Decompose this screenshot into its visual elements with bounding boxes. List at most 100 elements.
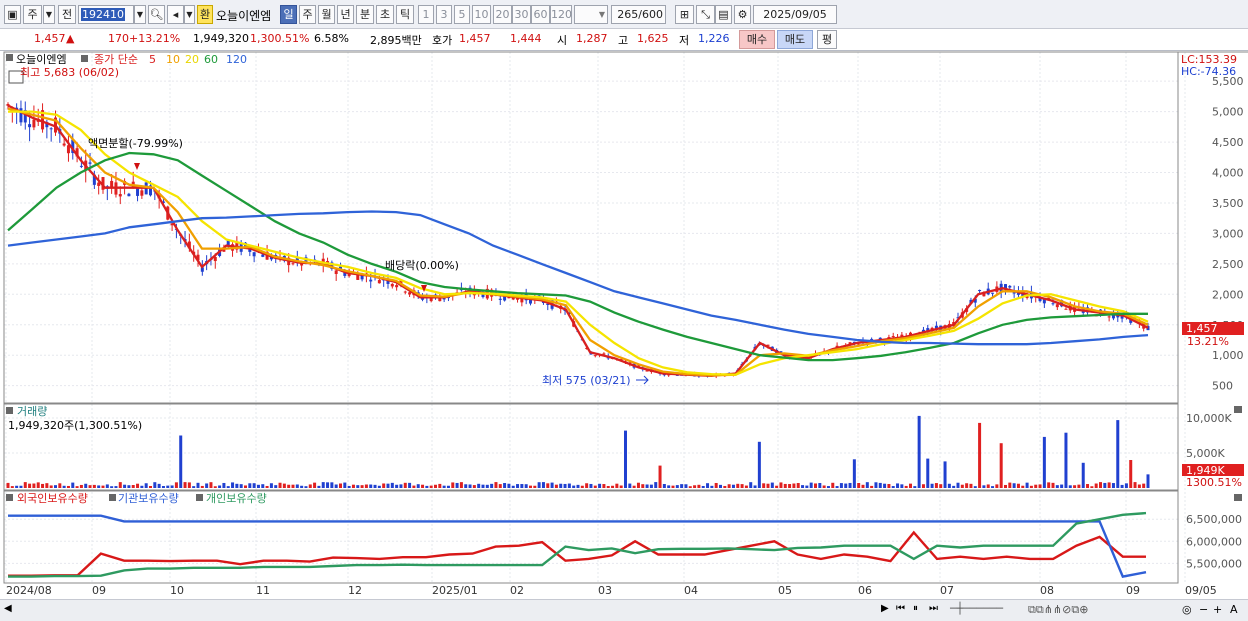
volume-bar	[1047, 482, 1051, 488]
interval-20[interactable]: 20	[493, 5, 512, 24]
panel-close-icon	[1234, 494, 1242, 501]
volume-bar	[300, 485, 304, 488]
first-icon[interactable]: ⏮	[896, 603, 905, 614]
volume-bar	[343, 482, 347, 488]
interval-120[interactable]: 120	[550, 5, 572, 24]
chart-canvas[interactable]: 5001,0001,5002,0002,5003,0003,5004,0004,…	[0, 51, 1248, 599]
open-value: 1,287	[576, 32, 608, 45]
market-select[interactable]: 주	[23, 5, 42, 24]
interval-30[interactable]: 30	[512, 5, 531, 24]
sell-button[interactable]: 매도	[777, 30, 813, 49]
volume-bar	[516, 484, 520, 488]
date-input[interactable]: 2025/09/05	[753, 5, 837, 24]
volume-bar	[1060, 484, 1064, 488]
volume-bar	[870, 485, 874, 488]
code-dropdown-icon[interactable]: ▼	[134, 5, 146, 24]
zoom-out-icon[interactable]: −	[1199, 603, 1208, 616]
volume-bar	[62, 485, 66, 488]
volume-bar	[835, 486, 839, 488]
volume-bar	[19, 485, 23, 488]
exchange-badge[interactable]: 환	[197, 5, 213, 24]
zoom-slider[interactable]: ─┼──────	[950, 602, 1003, 615]
zoom-tools-icon[interactable]: ⧉⧉⋔⋔⊘⧉⊕	[1028, 603, 1088, 617]
scroll-right-icon[interactable]: ▶	[881, 603, 889, 614]
speaker-dropdown-icon[interactable]: ▼	[184, 5, 195, 24]
layout-icon[interactable]: ▣	[4, 5, 21, 24]
period-year[interactable]: 년	[337, 5, 354, 24]
volume-bar	[567, 483, 571, 488]
volume-bar	[887, 483, 891, 488]
interval-label: 120	[551, 8, 572, 21]
pause-icon[interactable]: ⏸	[913, 603, 918, 614]
search-icon[interactable]: 🔍︎	[148, 5, 165, 24]
period-month[interactable]: 월	[318, 5, 335, 24]
interval-5[interactable]: 5	[454, 5, 470, 24]
volume-bar	[287, 484, 291, 488]
price-tick-label: 1,000	[1212, 349, 1244, 362]
collapse-icon[interactable]: ◎	[1182, 603, 1192, 616]
volume-bar	[511, 485, 515, 488]
gear-icon[interactable]: ⚙	[734, 5, 751, 24]
interval-10[interactable]: 10	[472, 5, 491, 24]
volume-bar	[636, 482, 640, 488]
volume-bar	[710, 485, 714, 488]
avg-label: 평	[821, 33, 833, 46]
volume-bar	[403, 482, 407, 488]
interval-1[interactable]: 1	[418, 5, 434, 24]
volume-bar	[304, 486, 308, 488]
candle-body	[1055, 304, 1059, 308]
volume-bar	[1103, 482, 1107, 488]
interval-60[interactable]: 60	[531, 5, 550, 24]
volume-bar	[723, 485, 727, 488]
volume-bar	[857, 482, 861, 488]
avg-button[interactable]: 평	[817, 30, 837, 49]
volume-bar	[239, 484, 243, 488]
holdings-tick-label: 6,500,000	[1186, 513, 1242, 526]
volume-bar	[619, 485, 623, 488]
volume-bar	[200, 485, 204, 488]
volume-bar	[451, 482, 455, 488]
code-input[interactable]: 192410	[78, 5, 134, 24]
volume-bar	[1124, 483, 1128, 488]
volume-bar	[446, 485, 450, 488]
price-tick-label: 500	[1212, 380, 1233, 393]
volume-bar	[1073, 485, 1077, 488]
volume-bar	[295, 484, 299, 488]
interval-3[interactable]: 3	[436, 5, 452, 24]
quote-bar: 1,457 ▲ 170 +13.21% 1,949,320 1,300.51% …	[0, 29, 1248, 51]
volume-bar	[814, 483, 817, 488]
market-dropdown-icon[interactable]: ▼	[43, 5, 55, 24]
period-day[interactable]: 일	[280, 5, 297, 24]
volume-bar	[1064, 432, 1068, 488]
volume-bar	[1116, 420, 1120, 488]
candle-body	[991, 292, 995, 294]
volume-bar	[1016, 483, 1020, 488]
prev-button[interactable]: 전	[58, 5, 76, 24]
volume-bar	[459, 482, 463, 488]
last-icon[interactable]: ⏭	[929, 603, 938, 614]
buy-button[interactable]: 매수	[739, 30, 775, 49]
period-minute[interactable]: 분	[356, 5, 374, 24]
volume-bar	[952, 485, 956, 488]
zoom-in-icon[interactable]: +	[1213, 603, 1222, 616]
horizontal-scrollbar[interactable]: ◀ ▶ ⏮ ⏸ ⏭ ─┼────── ⧉⧉⋔⋔⊘⧉⊕ ◎ − + A	[0, 599, 1248, 621]
volume-bar	[485, 484, 489, 488]
period-week[interactable]: 주	[299, 5, 316, 24]
period-tick[interactable]: 틱	[396, 5, 414, 24]
custom-interval-select[interactable]: ▼	[574, 5, 608, 24]
scroll-left-icon[interactable]: ◀	[4, 603, 12, 614]
volume-bar	[265, 485, 269, 488]
volume-bar	[697, 484, 701, 488]
volume-bar	[1120, 484, 1124, 488]
period-second[interactable]: 초	[376, 5, 394, 24]
volume-bar	[196, 482, 200, 488]
speaker-icon[interactable]: ◂	[167, 5, 184, 24]
font-size-icon[interactable]: A	[1230, 603, 1238, 616]
candle-icon[interactable]: ⊞	[675, 5, 694, 24]
open-label: 시	[557, 34, 568, 47]
draw-tool-icon[interactable]: ⤡	[696, 5, 715, 24]
volume-bar	[157, 483, 161, 488]
volume-bar	[226, 486, 230, 488]
count-input[interactable]: 265/600	[611, 5, 666, 24]
save-icon[interactable]: ▤	[715, 5, 732, 24]
